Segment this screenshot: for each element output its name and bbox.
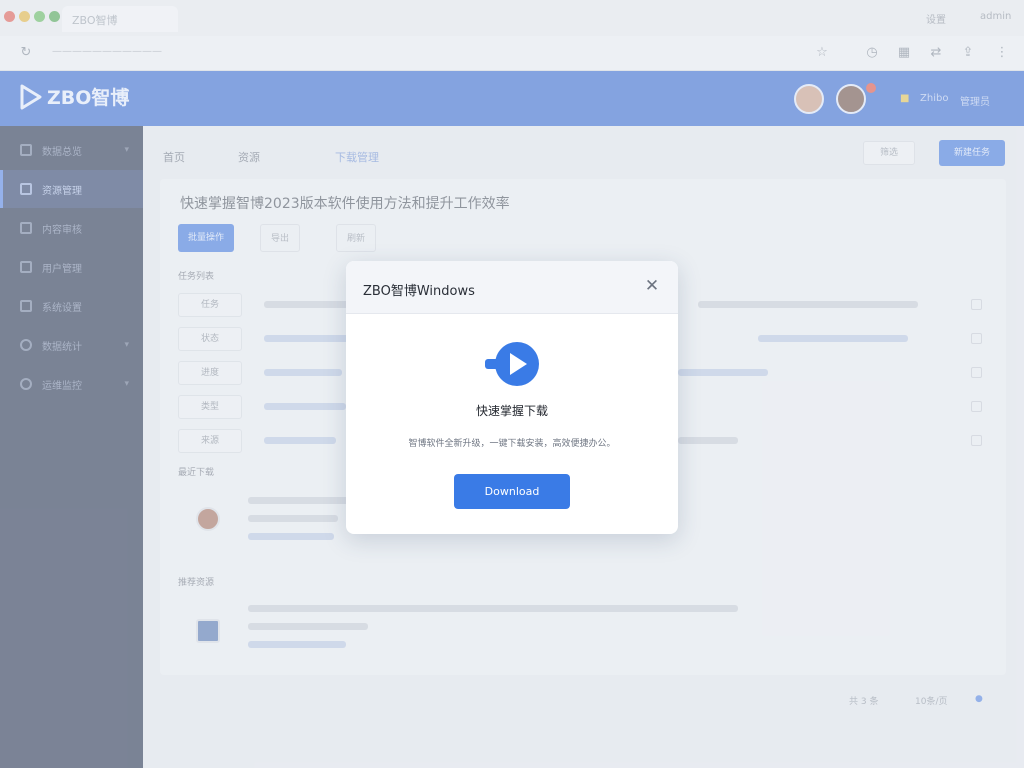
dialog-title: ZBO智博Windows — [363, 284, 475, 299]
download-button[interactable]: Download — [454, 474, 570, 509]
play-download-icon — [485, 342, 539, 386]
dialog-description: 智博软件全新升级，一键下载安装，高效便捷办公。 — [408, 439, 616, 449]
close-icon[interactable]: ✕ — [643, 277, 661, 295]
download-dialog: ZBO智博Windows ✕ 快速掌握下载 智博软件全新升级，一键下载安装，高效… — [346, 261, 678, 534]
dialog-header: ZBO智博Windows ✕ — [346, 261, 678, 314]
dialog-heading: 快速掌握下载 — [475, 404, 548, 418]
